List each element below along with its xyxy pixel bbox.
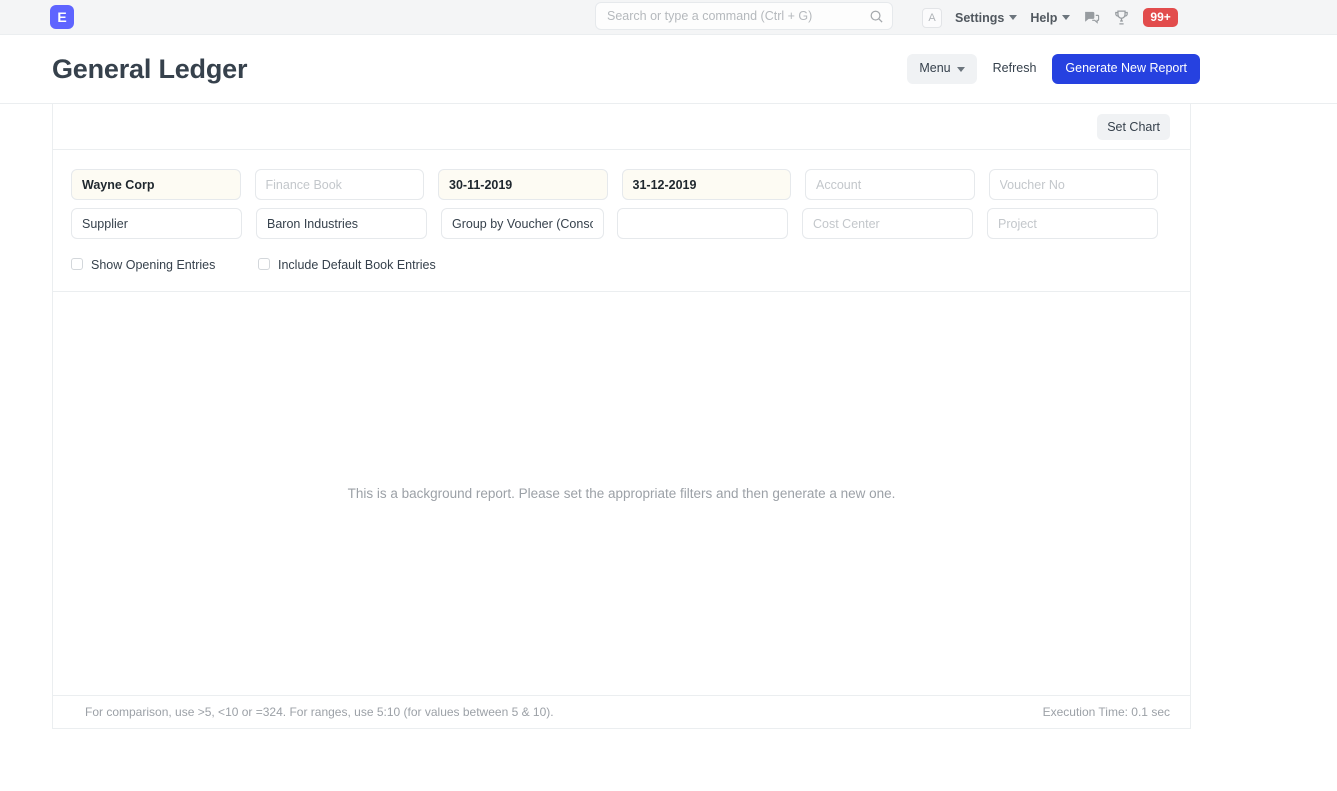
chevron-down-icon bbox=[1062, 15, 1070, 20]
search-bar[interactable] bbox=[595, 2, 893, 30]
set-chart-button[interactable]: Set Chart bbox=[1097, 114, 1170, 140]
party-type-filter-input[interactable] bbox=[71, 208, 242, 239]
generate-new-report-button[interactable]: Generate New Report bbox=[1052, 54, 1200, 84]
company-filter-input[interactable] bbox=[71, 169, 241, 200]
navbar-right-group: A Settings Help 99+ bbox=[922, 0, 1178, 35]
report-empty-state: This is a background report. Please set … bbox=[53, 292, 1190, 696]
chevron-down-icon bbox=[1009, 15, 1017, 20]
from-date-filter-input[interactable] bbox=[438, 169, 608, 200]
group-by-filter-input[interactable] bbox=[441, 208, 604, 239]
refresh-button[interactable]: Refresh bbox=[981, 54, 1049, 84]
account-filter-input[interactable] bbox=[805, 169, 975, 200]
filter-cell-account bbox=[805, 169, 989, 200]
checkbox-icon[interactable] bbox=[71, 258, 83, 270]
filter-cell-project bbox=[987, 208, 1172, 239]
comparison-hint: For comparison, use >5, <10 or =324. For… bbox=[85, 705, 554, 719]
checkbox-include-default-book-entries[interactable]: Include Default Book Entries bbox=[258, 255, 468, 275]
report-footer: For comparison, use >5, <10 or =324. For… bbox=[53, 696, 1190, 729]
avatar[interactable]: A bbox=[922, 8, 942, 28]
checkbox-row: Show Opening Entries Include Default Boo… bbox=[71, 255, 1172, 275]
checkbox-icon[interactable] bbox=[258, 258, 270, 270]
page-title: General Ledger bbox=[52, 54, 247, 85]
chat-icon[interactable] bbox=[1083, 9, 1100, 26]
filter-cell-company bbox=[71, 169, 255, 200]
filter-row-1 bbox=[71, 169, 1172, 200]
filter-cell-finance-book bbox=[255, 169, 439, 200]
cost-center-filter-input[interactable] bbox=[802, 208, 973, 239]
settings-menu[interactable]: Settings bbox=[955, 11, 1017, 25]
chevron-down-icon bbox=[957, 67, 965, 72]
to-date-filter-input[interactable] bbox=[622, 169, 792, 200]
help-menu[interactable]: Help bbox=[1030, 11, 1070, 25]
app-logo[interactable]: E bbox=[50, 5, 74, 29]
menu-button-label: Menu bbox=[919, 62, 950, 76]
chart-toolbar: Set Chart bbox=[53, 104, 1190, 150]
checkbox-show-opening-entries[interactable]: Show Opening Entries bbox=[71, 255, 258, 275]
menu-button[interactable]: Menu bbox=[907, 54, 976, 84]
settings-label: Settings bbox=[955, 11, 1004, 25]
filter-cell-blank bbox=[617, 208, 802, 239]
page-body: Set Chart bbox=[0, 104, 1337, 729]
filter-cell-party-type bbox=[71, 208, 256, 239]
notification-badge[interactable]: 99+ bbox=[1143, 8, 1177, 27]
execution-time: Execution Time: 0.1 sec bbox=[1043, 705, 1170, 719]
filter-cell-group-by bbox=[441, 208, 617, 239]
finance-book-filter-input[interactable] bbox=[255, 169, 425, 200]
navbar: E A Settings Help 99+ bbox=[0, 0, 1337, 35]
page-header: General Ledger Menu Refresh Generate New… bbox=[0, 35, 1337, 104]
blank-filter-input[interactable] bbox=[617, 208, 788, 239]
party-filter-input[interactable] bbox=[256, 208, 427, 239]
filter-cell-cost-center bbox=[802, 208, 987, 239]
checkbox-label[interactable]: Show Opening Entries bbox=[91, 255, 215, 275]
page-actions: Menu Refresh Generate New Report bbox=[907, 54, 1200, 84]
filter-cell-party bbox=[256, 208, 441, 239]
voucher-no-filter-input[interactable] bbox=[989, 169, 1159, 200]
filter-cell-voucher-no bbox=[989, 169, 1173, 200]
filter-row-2 bbox=[71, 208, 1172, 239]
filter-cell-to-date bbox=[622, 169, 806, 200]
project-filter-input[interactable] bbox=[987, 208, 1158, 239]
help-label: Help bbox=[1030, 11, 1057, 25]
filter-cell-from-date bbox=[438, 169, 622, 200]
trophy-icon[interactable] bbox=[1113, 9, 1130, 26]
search-icon[interactable] bbox=[869, 9, 884, 24]
report-card: Set Chart bbox=[52, 104, 1191, 729]
filter-area: Show Opening Entries Include Default Boo… bbox=[53, 150, 1190, 292]
search-input[interactable] bbox=[607, 9, 869, 23]
checkbox-label[interactable]: Include Default Book Entries bbox=[278, 255, 436, 275]
